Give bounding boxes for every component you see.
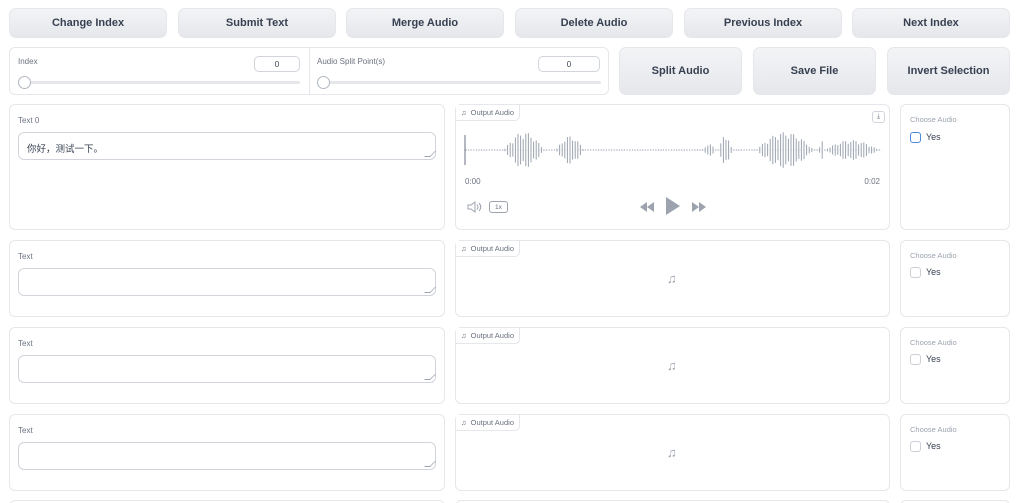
panel-divider	[309, 48, 310, 94]
choose-audio-label-0: Choose Audio	[910, 115, 957, 124]
yes-checkbox-3[interactable]	[910, 441, 921, 452]
yes-label-2: Yes	[926, 354, 941, 364]
music-note-icon: ♫	[667, 358, 677, 373]
slider-panel: Index 0 Audio Split Point(s) 0	[9, 47, 609, 95]
audio-label-tag-3: ♫ Output Audio	[456, 415, 520, 431]
yes-label-3: Yes	[926, 441, 941, 451]
play-icon[interactable]	[665, 196, 681, 221]
choose-audio-label-2: Choose Audio	[910, 338, 957, 347]
split-point-number-input[interactable]: 0	[538, 56, 600, 72]
audio-label-3: Output Audio	[470, 418, 514, 427]
resize-handle[interactable]	[424, 374, 436, 380]
choose-panel-0: Choose Audio Yes	[900, 104, 1010, 230]
music-note-icon: ♫	[461, 418, 467, 427]
audio-label-0: Output Audio	[470, 108, 514, 117]
text-input-3[interactable]	[18, 442, 436, 470]
download-icon[interactable]: ⤓	[872, 111, 885, 123]
text-input-2[interactable]	[18, 355, 436, 383]
index-slider-track[interactable]	[20, 81, 300, 84]
split-audio-button[interactable]: Split Audio	[619, 47, 742, 95]
music-note-icon: ♫	[667, 271, 677, 286]
current-time: 0:00	[465, 177, 481, 186]
yes-label-1: Yes	[926, 267, 941, 277]
split-point-label: Audio Split Point(s)	[317, 57, 386, 66]
audio-panel-0: ♫ Output Audio ⤓ 0:00 0:02 1x	[455, 104, 890, 230]
submit-text-button[interactable]: Submit Text	[178, 8, 336, 38]
yes-checkbox-2[interactable]	[910, 354, 921, 365]
resize-handle[interactable]	[424, 461, 436, 467]
text-label-3: Text	[18, 426, 33, 435]
audio-label-1: Output Audio	[470, 244, 514, 253]
index-slider-thumb[interactable]	[18, 76, 31, 89]
total-time: 0:02	[864, 177, 880, 186]
previous-index-button[interactable]: Previous Index	[684, 8, 842, 38]
rewind-icon[interactable]	[639, 200, 655, 218]
music-note-icon: ♫	[667, 445, 677, 460]
fast-forward-icon[interactable]	[691, 200, 707, 218]
yes-checkbox-0[interactable]	[910, 132, 921, 143]
next-index-button[interactable]: Next Index	[852, 8, 1010, 38]
music-note-icon: ♫	[461, 244, 467, 253]
text-input-0[interactable]: 你好，测试一下。	[18, 132, 436, 160]
change-index-button[interactable]: Change Index	[9, 8, 167, 38]
audio-panel-1: ♫ Output Audio ♫	[455, 240, 890, 317]
text-input-1[interactable]	[18, 268, 436, 296]
text-panel-2: Text	[9, 327, 445, 404]
playback-speed-button[interactable]: 1x	[489, 201, 508, 213]
resize-handle[interactable]	[424, 151, 436, 157]
audio-label-tag-2: ♫ Output Audio	[456, 328, 520, 344]
index-number-input[interactable]: 0	[254, 56, 300, 72]
choose-panel-3: Choose Audio Yes	[900, 414, 1010, 491]
yes-checkbox-1[interactable]	[910, 267, 921, 278]
text-label-1: Text	[18, 252, 33, 261]
index-label: Index	[18, 57, 38, 66]
audio-label-2: Output Audio	[470, 331, 514, 340]
audio-panel-2: ♫ Output Audio ♫	[455, 327, 890, 404]
split-point-slider-thumb[interactable]	[317, 76, 330, 89]
music-note-icon: ♫	[461, 331, 467, 340]
yes-label-0: Yes	[926, 132, 941, 142]
choose-audio-label-3: Choose Audio	[910, 425, 957, 434]
music-note-icon: ♫	[461, 108, 467, 117]
choose-panel-2: Choose Audio Yes	[900, 327, 1010, 404]
save-file-button[interactable]: Save File	[753, 47, 876, 95]
audio-label-tag-1: ♫ Output Audio	[456, 241, 520, 257]
audio-label-tag-0: ♫ Output Audio	[456, 105, 520, 121]
text-label-2: Text	[18, 339, 33, 348]
merge-audio-button[interactable]: Merge Audio	[346, 8, 504, 38]
invert-selection-button[interactable]: Invert Selection	[887, 47, 1010, 95]
audio-waveform[interactable]	[464, 129, 882, 171]
text-panel-3: Text	[9, 414, 445, 491]
text-panel-0: Text 0 你好，测试一下。	[9, 104, 445, 230]
text-label-0: Text 0	[18, 116, 40, 125]
delete-audio-button[interactable]: Delete Audio	[515, 8, 673, 38]
split-point-slider-track[interactable]	[319, 81, 601, 84]
text-input-value-0: 你好，测试一下。	[27, 144, 104, 155]
choose-panel-1: Choose Audio Yes	[900, 240, 1010, 317]
volume-icon[interactable]	[467, 200, 483, 218]
audio-panel-3: ♫ Output Audio ♫	[455, 414, 890, 491]
text-panel-1: Text	[9, 240, 445, 317]
choose-audio-label-1: Choose Audio	[910, 251, 957, 260]
resize-handle[interactable]	[424, 287, 436, 293]
